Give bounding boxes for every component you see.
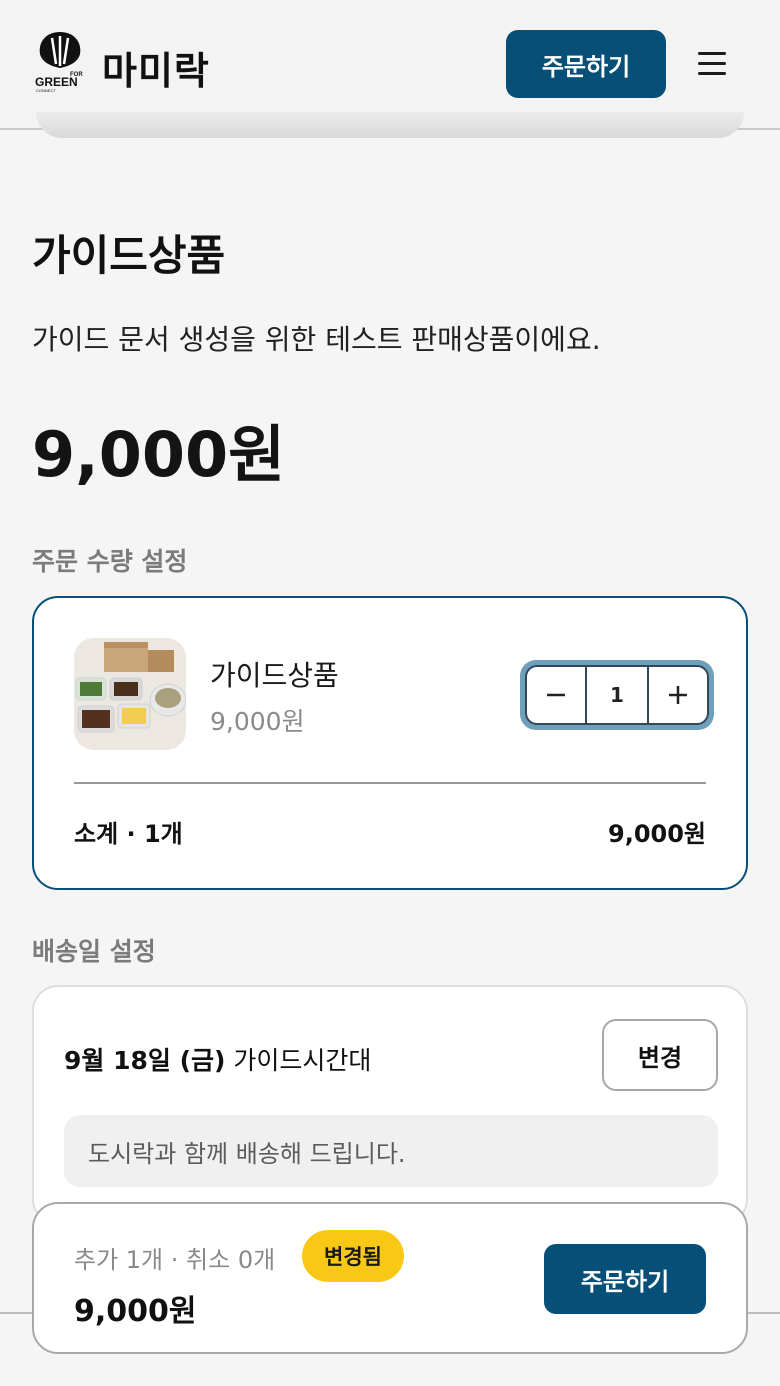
minus-icon[interactable] (527, 667, 585, 723)
order-button[interactable]: 주문하기 (544, 1244, 706, 1314)
header-order-button[interactable]: 주문하기 (506, 30, 666, 98)
product-title: 가이드상품 (32, 231, 226, 280)
brand-logo[interactable]: FOR GREEN CONNECT (34, 28, 86, 94)
card-divider (74, 782, 706, 784)
plus-icon[interactable] (649, 667, 707, 723)
cart-item-price: 9,000원 (210, 707, 305, 736)
brand-name[interactable]: 마미락 (102, 40, 210, 95)
change-delivery-button[interactable]: 변경 (602, 1019, 718, 1091)
delivery-date-text: 9월 18일 (금) 가이드시간대 (64, 1041, 371, 1077)
product-description: 가이드 문서 생성을 위한 테스트 판매상품이에요. (32, 323, 601, 356)
change-counts: 추가 1개 · 취소 0개 (74, 1246, 276, 1274)
status-badge: 변경됨 (302, 1230, 404, 1282)
header-blur-band (36, 112, 744, 138)
quantity-value[interactable]: 1 (585, 667, 649, 723)
delivery-note: 도시락과 함께 배송해 드립니다. (64, 1115, 718, 1187)
delivery-timeslot: 가이드시간대 (233, 1046, 372, 1075)
svg-text:CONNECT: CONNECT (36, 88, 56, 93)
product-thumbnail (74, 638, 186, 750)
delivery-date: 9월 18일 (금) (64, 1046, 226, 1075)
quantity-card: 가이드상품 9,000원 1 소계 · 1개 9,000원 (32, 596, 748, 890)
delivery-card: 9월 18일 (금) 가이드시간대 변경 도시락과 함께 배송해 드립니다. (32, 985, 748, 1225)
hamburger-menu-icon[interactable] (698, 52, 726, 76)
order-summary-bar: 추가 1개 · 취소 0개 변경됨 9,000원 주문하기 (32, 1202, 748, 1354)
cart-item-name: 가이드상품 (210, 659, 339, 692)
quantity-stepper: 1 (520, 660, 714, 730)
subtotal-value: 9,000원 (608, 820, 706, 848)
delivery-section-label: 배송일 설정 (32, 937, 156, 966)
subtotal-label: 소계 · 1개 (74, 820, 183, 848)
order-total: 9,000원 (74, 1294, 197, 1329)
svg-text:GREEN: GREEN (35, 75, 78, 89)
site-header: FOR GREEN CONNECT 마미락 주문하기 (0, 0, 780, 138)
quantity-section-label: 주문 수량 설정 (32, 547, 188, 576)
product-price: 9,000원 (32, 418, 286, 491)
